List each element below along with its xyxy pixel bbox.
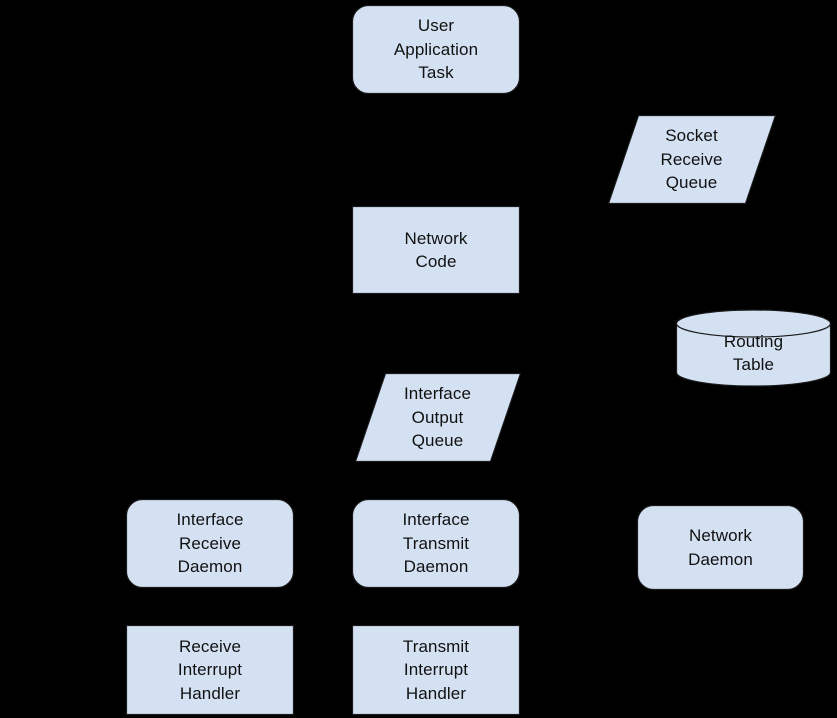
node-shape-user-application-task[interactable] [351,4,521,95]
node-shape-routing-table[interactable] [675,309,832,387]
node-shape-network-daemon[interactable] [636,504,805,591]
diagram-shape-layer [125,4,832,716]
node-shape-socket-receive-queue[interactable] [607,114,777,205]
node-shape-interface-receive-daemon[interactable] [125,498,295,589]
diagram-canvas: User Application Task Socket Receive Que… [0,0,837,718]
node-shape-network-code[interactable] [351,205,521,295]
node-shape-transmit-interrupt-handler[interactable] [351,624,521,716]
node-shape-interface-transmit-daemon[interactable] [351,498,521,589]
node-shape-receive-interrupt-handler[interactable] [125,624,295,716]
node-shape-interface-output-queue[interactable] [354,372,522,463]
